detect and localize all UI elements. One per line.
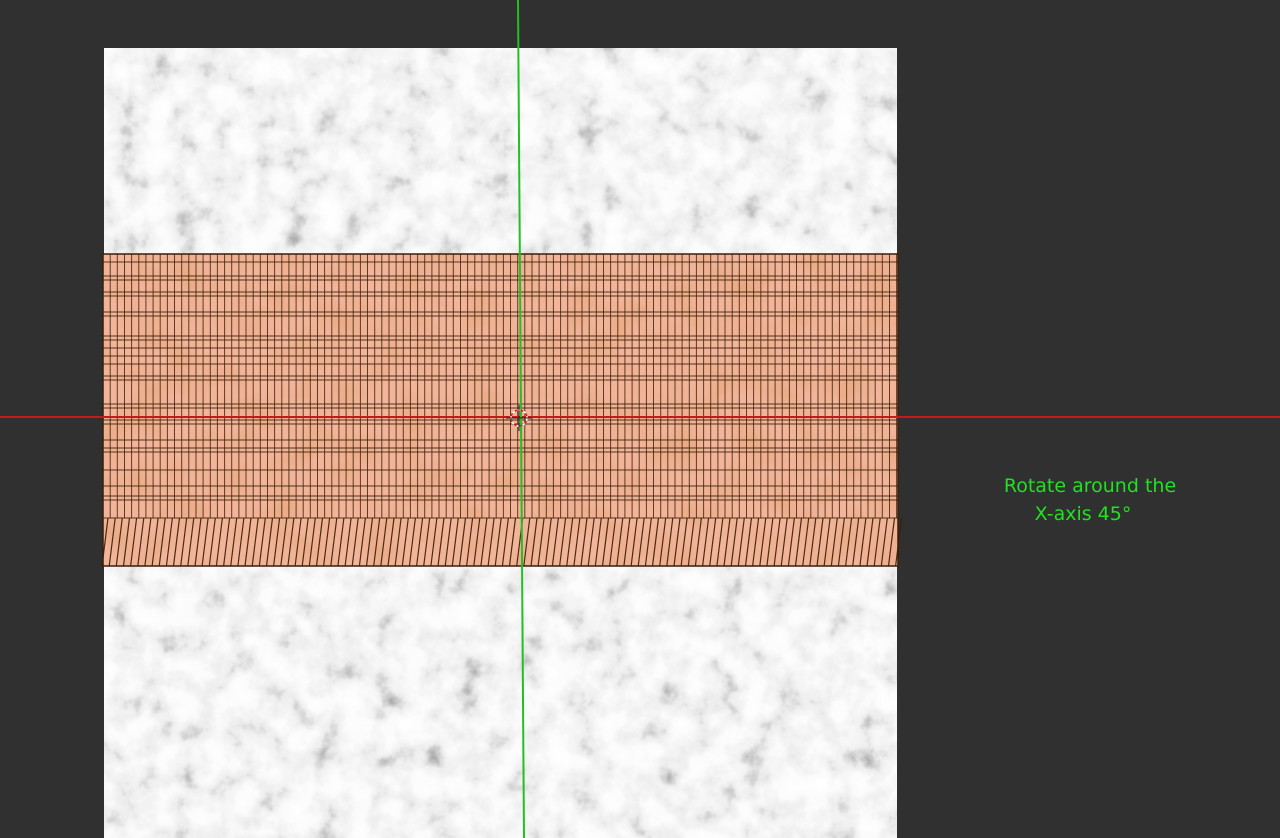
orange-grid-mesh[interactable] — [101, 253, 903, 567]
3d-viewport[interactable]: Rotate around the X-axis 45° — [0, 0, 1280, 838]
annotation-line-1: Rotate around the — [1003, 475, 1177, 497]
viewport-scene — [0, 0, 1280, 838]
rotation-annotation: Rotate around the X-axis 45° — [990, 472, 1190, 528]
annotation-line-2: X-axis 45° — [1034, 503, 1132, 525]
